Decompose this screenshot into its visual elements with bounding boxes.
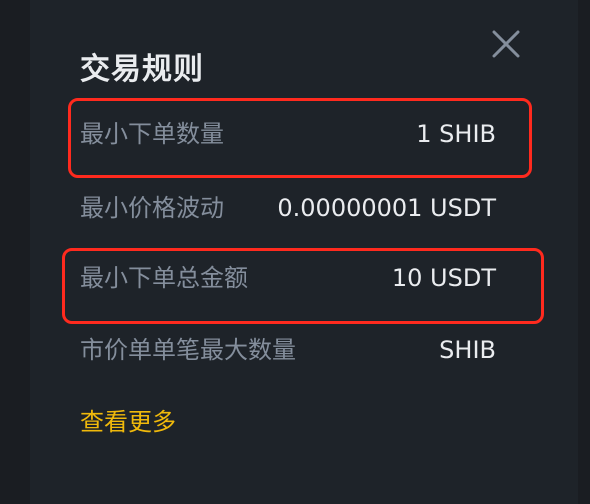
highlight-box-min-order-total [62, 248, 544, 324]
dialog-title: 交易规则 [80, 52, 204, 87]
close-button[interactable] [486, 24, 526, 64]
rule-value: 0.00000001 USDT [277, 194, 496, 222]
view-more-link[interactable]: 查看更多 [80, 402, 176, 442]
rule-label: 最小价格波动 [80, 194, 224, 222]
rule-value: SHIB [439, 336, 496, 364]
backdrop-left-strip [0, 0, 30, 504]
rule-label: 市价单单笔最大数量 [80, 336, 296, 364]
close-icon [492, 30, 520, 58]
rule-row-max-market-qty: 市价单单笔最大数量 SHIB [80, 330, 496, 370]
highlight-box-min-order-qty [68, 98, 532, 178]
rule-row-min-price-tick: 最小价格波动 0.00000001 USDT [80, 188, 496, 228]
backdrop-right-strip [578, 0, 590, 504]
